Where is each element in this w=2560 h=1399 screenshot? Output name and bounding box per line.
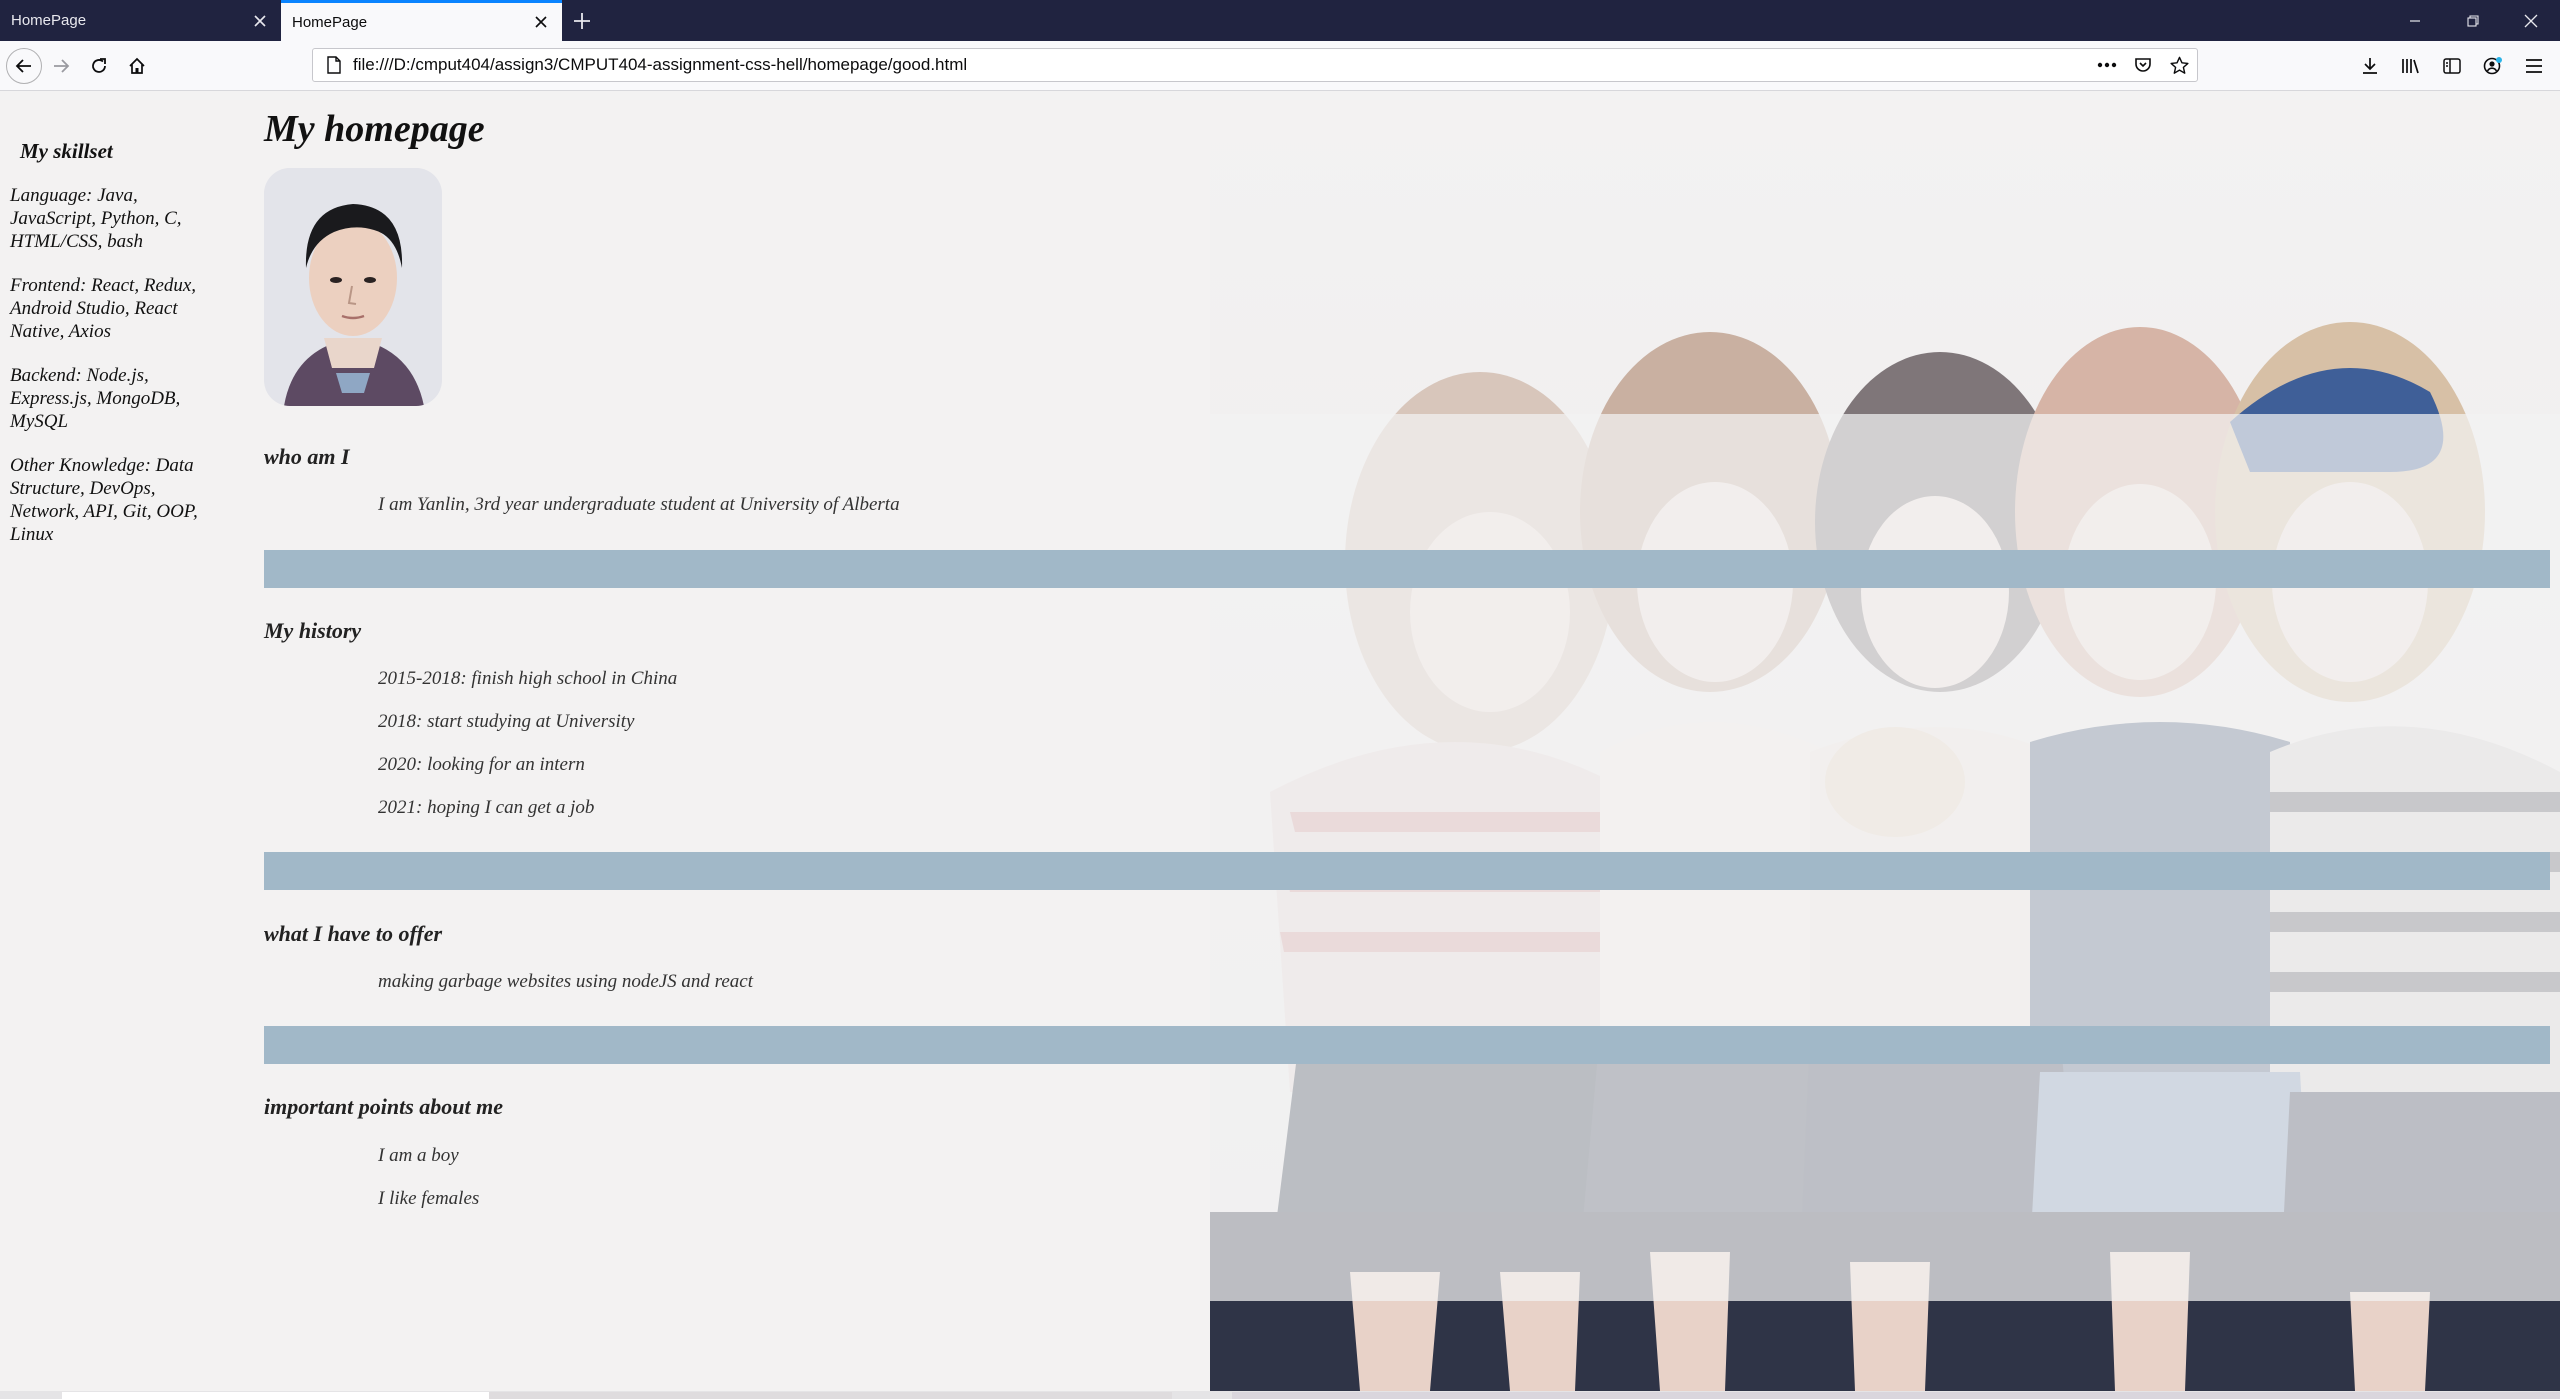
- skill-item: Frontend: React, Redux, Android Studio, …: [10, 275, 197, 342]
- tab-strip: HomePage HomePage: [0, 0, 2560, 41]
- list-item: I like females: [378, 1188, 480, 1209]
- avatar: [264, 168, 442, 406]
- section-divider: [264, 550, 2550, 588]
- back-button[interactable]: [6, 47, 42, 84]
- restore-icon: [2467, 14, 2479, 27]
- restore-button[interactable]: [2444, 0, 2502, 41]
- close-tab-icon[interactable]: [249, 10, 271, 32]
- minimize-icon: [2410, 19, 2420, 22]
- scrollbar-track: [1232, 1392, 2560, 1399]
- new-tab-button[interactable]: [562, 0, 602, 41]
- list-item: making garbage websites using nodeJS and…: [378, 971, 754, 992]
- library-button[interactable]: [2390, 47, 2431, 85]
- section-divider: [264, 852, 2550, 890]
- list-item: I am a boy: [378, 1145, 459, 1166]
- hamburger-menu-icon: [2525, 59, 2542, 73]
- arrow-right-icon: [54, 58, 70, 73]
- skill-item: Backend: Node.js, Express.js, MongoDB, M…: [10, 365, 181, 432]
- close-icon: [2524, 14, 2538, 27]
- main-column: My homepage: [264, 92, 2550, 406]
- window-controls: [2386, 0, 2560, 41]
- url-text[interactable]: file:///D:/cmput404/assign3/CMPUT404-ass…: [351, 55, 2089, 75]
- close-tab-icon[interactable]: [530, 11, 552, 33]
- skill-item: Other Knowledge: Data Structure, DevOps,…: [10, 455, 198, 545]
- tab-title: HomePage: [292, 13, 368, 31]
- sidebar-toggle-button[interactable]: [2431, 47, 2472, 85]
- tab-1[interactable]: HomePage: [0, 0, 281, 41]
- section-title-who-am-i: who am I: [264, 444, 350, 469]
- skills-sidebar: My skillset Language: Java, JavaScript, …: [10, 140, 210, 567]
- navigation-toolbar: file:///D:/cmput404/assign3/CMPUT404-ass…: [0, 41, 2560, 91]
- list-item: 2015-2018: finish high school in China: [378, 668, 678, 689]
- list-item: 2018: start studying at University: [378, 711, 635, 732]
- section-title-offer: what I have to offer: [264, 921, 443, 946]
- sidebar-heading: My skillset: [20, 139, 113, 163]
- section-divider: [264, 1026, 2550, 1064]
- reload-icon: [92, 57, 106, 73]
- download-icon: [2362, 58, 2377, 74]
- sidebar-icon: [2442, 58, 2461, 74]
- section-title-history: My history: [264, 618, 362, 643]
- list-item: I am Yanlin, 3rd year undergraduate stud…: [378, 494, 900, 515]
- menu-button[interactable]: [2513, 47, 2554, 85]
- minimize-button[interactable]: [2386, 0, 2444, 41]
- page-content: My skillset Language: Java, JavaScript, …: [0, 92, 2560, 1391]
- pocket-icon[interactable]: [2125, 49, 2161, 81]
- reload-button[interactable]: [80, 47, 118, 85]
- plus-icon: [574, 12, 590, 29]
- skill-item: Language: Java, JavaScript, Python, C, H…: [10, 185, 182, 252]
- forward-button[interactable]: [42, 47, 80, 85]
- tab-title: HomePage: [11, 12, 87, 29]
- page-icon[interactable]: [317, 49, 351, 81]
- downloads-button[interactable]: [2349, 47, 2390, 85]
- home-icon: [129, 57, 145, 74]
- library-icon: [2401, 59, 2419, 74]
- list-item: 2021: hoping I can get a job: [378, 797, 595, 818]
- horizontal-scrollbar[interactable]: [0, 1391, 2560, 1399]
- tab-2[interactable]: HomePage: [281, 0, 562, 41]
- address-bar[interactable]: file:///D:/cmput404/assign3/CMPUT404-ass…: [312, 48, 2198, 82]
- page-title: My homepage: [264, 108, 485, 150]
- home-button[interactable]: [118, 47, 156, 85]
- scrollbar-thumb[interactable]: [62, 1392, 489, 1399]
- toolbar-right: [2349, 41, 2560, 91]
- page-actions-icon[interactable]: [2089, 49, 2125, 81]
- section-title-important-points: important points about me: [264, 1094, 503, 1119]
- scrollbar-track: [489, 1392, 1172, 1399]
- arrow-left-icon: [15, 58, 31, 73]
- list-item: 2020: looking for an intern: [378, 754, 585, 775]
- close-window-button[interactable]: [2502, 0, 2560, 41]
- account-button[interactable]: [2472, 47, 2513, 85]
- account-icon: [2483, 57, 2502, 75]
- bookmark-star-icon[interactable]: [2161, 49, 2197, 81]
